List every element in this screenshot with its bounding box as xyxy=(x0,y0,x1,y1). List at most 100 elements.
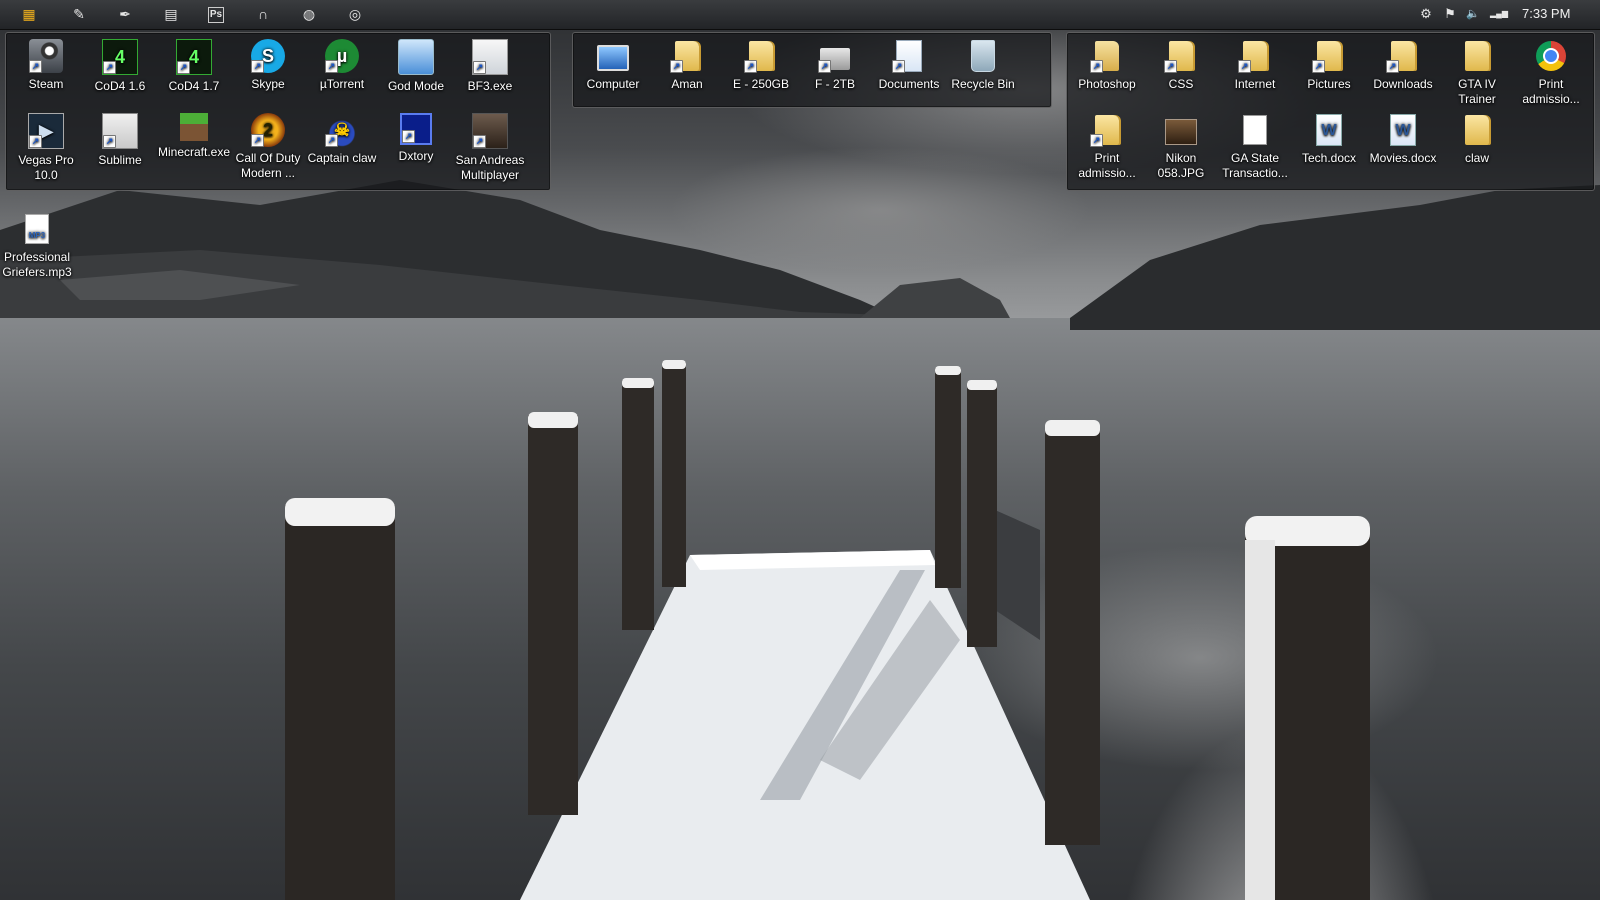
network-signal-icon[interactable]: ▂▄▆ xyxy=(1488,5,1510,23)
folder-icon: ↗ xyxy=(1164,39,1198,73)
flag-icon[interactable]: ⚑ xyxy=(1442,5,1458,23)
desktop-icon-downloads[interactable]: ↗ Downloads xyxy=(1366,39,1440,92)
desktop-icon-utorrent[interactable]: µ ↗ µTorrent xyxy=(305,39,379,92)
desktop-icon-vegas-pro[interactable]: ▶ ↗ Vegas Pro 10.0 xyxy=(9,113,83,183)
captain-claw-icon: ☠ ↗ xyxy=(325,113,359,147)
shortcut-arrow-icon: ↗ xyxy=(103,61,116,74)
cod4-icon: 4 ↗ xyxy=(176,39,212,75)
desktop-icon-computer[interactable]: Computer xyxy=(576,39,650,92)
desktop-icon-documents[interactable]: ↗ Documents xyxy=(872,39,946,92)
desktop-icon-print-admission-chrome[interactable]: Print admissio... xyxy=(1514,39,1588,107)
desktop-icon-dxtory[interactable]: ↗ Dxtory xyxy=(379,113,453,164)
icon-label: Photoshop xyxy=(1078,77,1136,91)
shortcut-arrow-icon: ↗ xyxy=(29,135,42,148)
computer-icon xyxy=(596,39,630,73)
desktop-icon-cod4-17[interactable]: 4 ↗ CoD4 1.7 xyxy=(157,39,231,94)
folder-icon xyxy=(1460,39,1494,73)
word-document-icon: W xyxy=(1386,113,1420,147)
icon-label: Minecraft.exe xyxy=(157,145,231,159)
shortcut-arrow-icon: ↗ xyxy=(1238,60,1251,73)
word-shape: W xyxy=(1390,114,1416,146)
feather-icon[interactable]: ✒ xyxy=(116,5,134,23)
icon-label: Nikon 058.JPG xyxy=(1157,151,1205,180)
desktop-icon-cod4-16[interactable]: 4 ↗ CoD4 1.6 xyxy=(83,39,157,94)
pen-tool-icon[interactable]: ✎ xyxy=(70,5,88,23)
globe-icon[interactable]: ◍ xyxy=(300,5,318,23)
desktop-icon-pictures[interactable]: ↗ Pictures xyxy=(1292,39,1366,92)
icon-label: Steam xyxy=(28,77,64,91)
icon-label: Skype xyxy=(251,77,285,91)
folder-icon: ↗ xyxy=(744,39,778,73)
desktop-icon-sublime[interactable]: ↗ Sublime xyxy=(83,113,157,168)
headphones-icon[interactable]: ∩ xyxy=(254,5,272,23)
shortcut-arrow-icon: ↗ xyxy=(744,60,757,73)
shortcut-arrow-icon: ↗ xyxy=(1090,134,1103,147)
text-file-icon xyxy=(1238,113,1272,147)
skype-icon: S ↗ xyxy=(251,39,285,73)
cod4-glyph: 4 xyxy=(188,46,199,67)
desktop-icon-recycle-bin[interactable]: Recycle Bin xyxy=(946,39,1020,92)
desktop-icon-ga-state-transaction[interactable]: GA State Transactio... xyxy=(1218,113,1292,181)
desktop-icon-san-andreas-multiplayer[interactable]: ↗ San Andreas Multiplayer xyxy=(453,113,527,183)
icon-label: Movies.docx xyxy=(1369,151,1437,165)
desktop-icon-gta-iv-trainer[interactable]: GTA IV Trainer xyxy=(1440,39,1514,107)
user-folder-icon: ↗ xyxy=(670,39,704,73)
cod4-glyph: 4 xyxy=(114,46,125,67)
word-glyph: W xyxy=(1395,121,1411,139)
photoshop-icon[interactable]: Ps xyxy=(208,7,224,23)
desktop-icon-nikon-jpg[interactable]: Nikon 058.JPG xyxy=(1144,113,1218,181)
windows-start-icon[interactable]: ▦ xyxy=(20,5,38,23)
icon-label: GA State Transactio... xyxy=(1222,151,1288,180)
desktop-icon-e-drive[interactable]: ↗ E - 250GB xyxy=(724,39,798,92)
desktop-icon-bf3[interactable]: ↗ BF3.exe xyxy=(453,39,527,94)
drive-icon: ↗ xyxy=(818,39,852,73)
recycle-bin-shape xyxy=(971,40,995,72)
taskbar: ▦ ✎ ✒ ▤ Ps ∩ ◍ ◎ ⚙ ⚑ 🔈 ▂▄▆ 7:33 PM xyxy=(0,0,1600,30)
folder-shape xyxy=(1465,115,1489,145)
folder-icon: ↗ xyxy=(1238,39,1272,73)
desktop-icon-f-drive[interactable]: ↗ F - 2TB xyxy=(798,39,872,92)
taskbar-clock[interactable]: 7:33 PM xyxy=(1522,6,1570,21)
sublime-text-icon: ↗ xyxy=(102,113,138,149)
mp3-file-icon: MP3 xyxy=(20,212,54,246)
desktop-icon-minecraft[interactable]: Minecraft.exe xyxy=(157,113,231,160)
desktop-icon-tech-docx[interactable]: W Tech.docx xyxy=(1292,113,1366,166)
desktop-icon-css[interactable]: ↗ CSS xyxy=(1144,39,1218,92)
mp3-badge: MP3 xyxy=(28,231,46,240)
chrome-icon[interactable]: ◎ xyxy=(346,5,364,23)
desktop-icon-skype[interactable]: S ↗ Skype xyxy=(231,39,305,92)
fence-folders: ↗ Photoshop ↗ CSS ↗ Internet ↗ Pictures … xyxy=(1066,32,1595,191)
icon-label: GTA IV Trainer xyxy=(1458,77,1496,106)
shortcut-arrow-icon: ↗ xyxy=(1164,60,1177,73)
image-file-icon xyxy=(1164,113,1198,147)
desktop-icon-internet[interactable]: ↗ Internet xyxy=(1218,39,1292,92)
desktop-icon-photoshop[interactable]: ↗ Photoshop xyxy=(1070,39,1144,92)
icon-label: Downloads xyxy=(1373,77,1433,91)
icon-label: Captain claw xyxy=(307,151,377,165)
folder-icon[interactable]: ▤ xyxy=(162,5,180,23)
call-of-duty-icon: 2 ↗ xyxy=(251,113,285,147)
desktop-icon-movies-docx[interactable]: W Movies.docx xyxy=(1366,113,1440,166)
desktop-icon-claw[interactable]: claw xyxy=(1440,113,1514,166)
volume-icon[interactable]: 🔈 xyxy=(1465,5,1481,23)
desktop-icon-steam[interactable]: ↗ Steam xyxy=(9,39,83,92)
icon-label: CSS xyxy=(1168,77,1194,91)
desktop-icon-aman[interactable]: ↗ Aman xyxy=(650,39,724,92)
utorrent-icon: µ ↗ xyxy=(325,39,359,73)
documents-icon: ↗ xyxy=(892,39,926,73)
utorrent-glyph: µ xyxy=(336,45,348,66)
fence-programs: ↗ Steam 4 ↗ CoD4 1.6 4 ↗ CoD4 1.7 S ↗ Skype… xyxy=(5,32,551,191)
steam-tray-icon[interactable]: ⚙ xyxy=(1418,5,1434,23)
desktop-icon-professional-griefers-mp3[interactable]: MP3 Professional Griefers.mp3 xyxy=(0,212,74,280)
icon-label: Call Of Duty Modern ... xyxy=(235,151,301,180)
desktop-icon-print-admission-folder[interactable]: ↗ Print admissio... xyxy=(1070,113,1144,181)
desktop-icon-captain-claw[interactable]: ☠ ↗ Captain claw xyxy=(305,113,379,166)
icon-label: Documents xyxy=(878,77,940,91)
folder-shape xyxy=(1465,41,1489,71)
desktop-icon-call-of-duty[interactable]: 2 ↗ Call Of Duty Modern ... xyxy=(231,113,305,181)
chrome-logo xyxy=(1536,41,1566,71)
shortcut-arrow-icon: ↗ xyxy=(177,61,190,74)
shortcut-arrow-icon: ↗ xyxy=(892,60,905,73)
desktop-icon-god-mode[interactable]: God Mode xyxy=(379,39,453,94)
shortcut-arrow-icon: ↗ xyxy=(473,135,486,148)
